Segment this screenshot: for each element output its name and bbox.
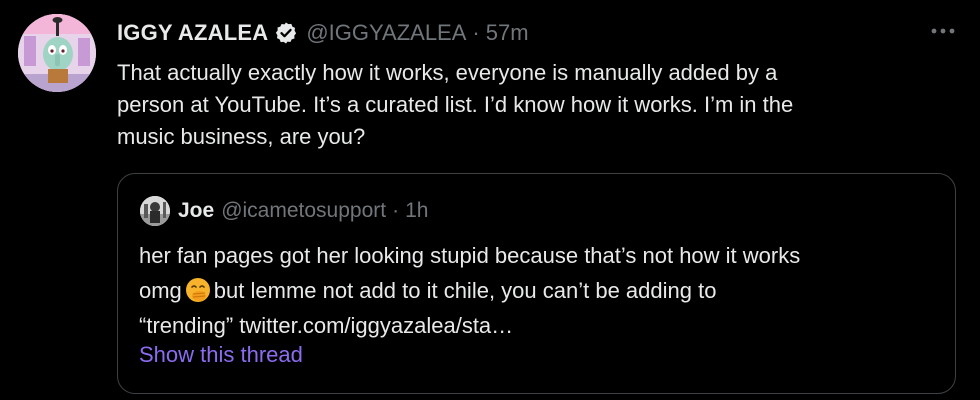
quoted-separator-dot: · (392, 199, 400, 222)
show-thread-link[interactable]: Show this thread (139, 342, 303, 368)
tweet-text: That actually exactly how it works, ever… (117, 57, 937, 153)
author-avatar[interactable] (18, 14, 96, 92)
tweet-text-line: music business, are you? (117, 124, 366, 149)
more-options-icon[interactable] (928, 18, 958, 44)
tweet-header: IGGY AZALEA @IGGYAZALEA · 57m (117, 16, 529, 50)
quoted-author-handle[interactable]: @icametosupport (221, 199, 386, 223)
tweet: IGGY AZALEA @IGGYAZALEA · 57m That actua… (0, 0, 980, 400)
face-with-hand-over-mouth-emoji-icon (185, 277, 211, 303)
tweet-timestamp[interactable]: 57m (486, 20, 529, 46)
tweet-text-line: That actually exactly how it works, ever… (117, 60, 778, 85)
quoted-text-line: her fan pages got her looking stupid bec… (139, 243, 801, 268)
quoted-tweet[interactable]: Joe @icametosupport · 1h her fan pages g… (117, 173, 956, 394)
tweet-text-line: person at YouTube. It’s a curated list. … (117, 92, 794, 117)
verified-badge-icon (274, 21, 298, 45)
author-handle[interactable]: @IGGYAZALEA (306, 20, 466, 46)
quoted-tweet-timestamp[interactable]: 1h (405, 199, 428, 223)
quoted-text-line: omg but lemme not add to it chile, you ca… (139, 273, 939, 308)
quoted-text-segment: omg (139, 278, 182, 303)
quoted-tweet-header: Joe @icametosupport · 1h (178, 194, 428, 228)
quoted-text-segment: but lemme not add to it chile, you can’t… (213, 278, 717, 303)
quoted-author-name[interactable]: Joe (178, 199, 214, 223)
quoted-author-avatar[interactable] (140, 196, 170, 226)
quoted-tweet-text: her fan pages got her looking stupid bec… (139, 238, 939, 343)
author-name[interactable]: IGGY AZALEA (117, 20, 268, 46)
separator-dot: · (472, 20, 480, 45)
quoted-text-line[interactable]: “trending” twitter.com/iggyazalea/sta… (139, 308, 939, 343)
